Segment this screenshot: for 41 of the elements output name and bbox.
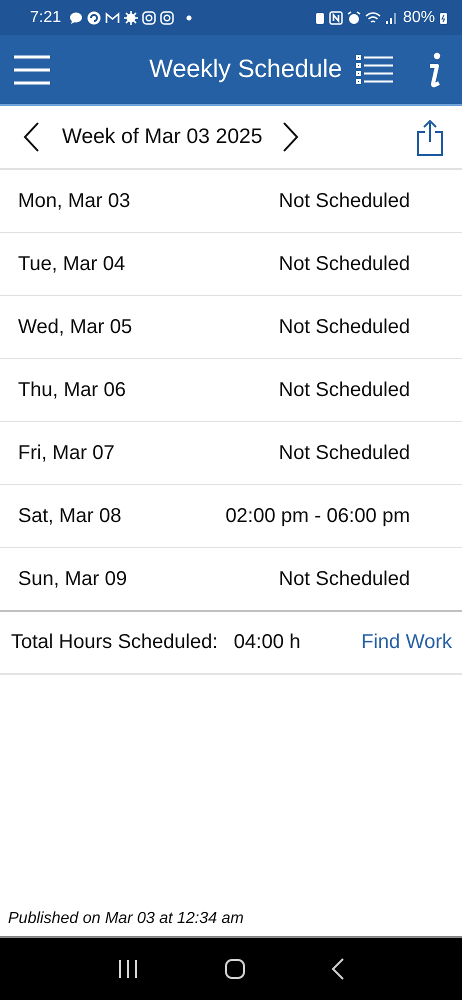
find-work-link[interactable]: Find Work: [361, 631, 452, 654]
day-label: Fri, Mar 07: [18, 442, 115, 464]
shift-text: Not Scheduled: [278, 442, 410, 464]
nfc-icon: [328, 10, 343, 24]
camera-icon: [142, 10, 156, 24]
dot-icon: [186, 14, 192, 20]
screen-title: Weekly Schedule: [149, 55, 342, 84]
shift-text: Not Scheduled: [278, 252, 410, 276]
published-note: Published on Mar 03 at 12:34 am: [7, 910, 245, 929]
back-icon[interactable]: [330, 958, 345, 980]
next-week-icon[interactable]: [282, 121, 300, 153]
day-label: Sun, Mar 09: [18, 568, 127, 590]
day-label: Wed, Mar 05: [18, 316, 132, 338]
list-icon[interactable]: [356, 54, 394, 86]
chat-icon: [69, 10, 84, 24]
battery-level: 80%: [402, 8, 435, 26]
alarm-icon: [346, 10, 361, 24]
battery-saver-icon: [314, 10, 325, 24]
total-hours-label: Total Hours Scheduled:: [11, 631, 218, 654]
share-icon[interactable]: [416, 120, 444, 156]
day-label: Tue, Mar 04: [18, 252, 126, 276]
day-label: Mon, Mar 03: [18, 190, 130, 212]
wifi-icon: [364, 10, 381, 24]
recent-apps-icon[interactable]: [117, 959, 140, 979]
camera-icon: [160, 10, 174, 24]
signal-icon: [384, 10, 397, 24]
day-label: Sat, Mar 08: [18, 504, 122, 528]
home-icon[interactable]: [224, 958, 246, 980]
day-label: Thu, Mar 06: [18, 378, 126, 402]
total-hours-value: 04:00 h: [234, 631, 301, 654]
week-label: Week of Mar 03 2025: [62, 125, 262, 149]
previous-week-icon[interactable]: [22, 121, 40, 153]
mail-icon: [105, 10, 120, 24]
shift-text: Not Scheduled: [278, 190, 410, 212]
menu-icon[interactable]: [13, 54, 51, 86]
shift-text: Not Scheduled: [278, 378, 410, 402]
status-time: 7:21: [30, 8, 62, 26]
shift-text: 02:00 pm - 06:00 pm: [225, 504, 410, 528]
battery-icon: [439, 10, 448, 24]
shift-text: Not Scheduled: [278, 316, 410, 338]
shift-text: Not Scheduled: [278, 568, 410, 590]
